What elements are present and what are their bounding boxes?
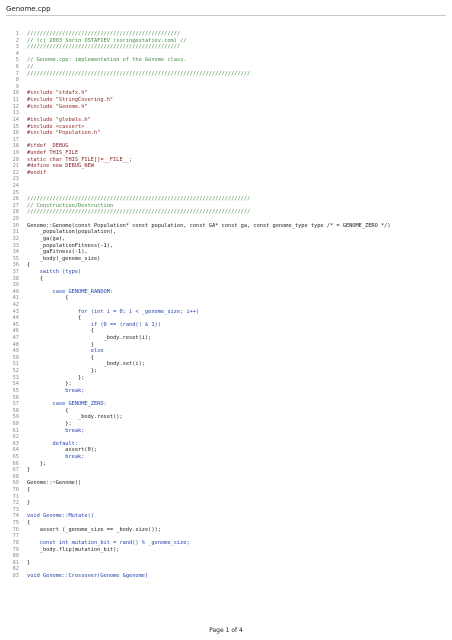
code-line: 26//////////////////////////////////////… (0, 196, 452, 203)
code-line: 31 _population(population), (0, 229, 452, 236)
code-text: void Genome::Crossover(Genome &genome) (27, 572, 149, 579)
code-line: 23 (0, 176, 452, 183)
code-line: 62 (0, 434, 452, 441)
code-line: 45 if (0 == (rand() & 1)) (0, 322, 452, 329)
code-line: 55 break; (0, 388, 452, 395)
code-line: 63 default: (0, 441, 452, 448)
code-line: 53 }; (0, 375, 452, 382)
code-line: 70{ (0, 487, 452, 494)
code-line: 51 _body.set(i); (0, 361, 452, 368)
code-line: 25 (0, 190, 452, 197)
code-line: 38 { (0, 276, 452, 283)
code-line: 59 _body.reset(); (0, 414, 452, 421)
code-line: 44 { (0, 315, 452, 322)
code-line: 36{ (0, 262, 452, 269)
code-line: 2// (c) 2003 Sorin OSTAFIEV (sorin@ostaf… (0, 38, 452, 45)
code-line: 77 (0, 533, 452, 540)
code-line: 66 }; (0, 461, 452, 468)
code-line: 56 (0, 395, 452, 402)
code-line: 83 void Genome::Crossover(Genome &genome) (0, 573, 452, 580)
code-line: 1///////////////////////////////////////… (0, 31, 452, 38)
line-number: 83 (12, 572, 19, 579)
code-line: 67} (0, 467, 452, 474)
code-line: 76 assert (_genome_size == _body.size())… (0, 527, 452, 534)
code-line: 5// Genome.cpp: implementation of the Ge… (0, 57, 452, 64)
code-line: 54 }; (0, 381, 452, 388)
code-line: 28//////////////////////////////////////… (0, 209, 452, 216)
code-line: 6// (0, 64, 452, 71)
code-line: 65 break; (0, 454, 452, 461)
code-line: 12 #include "Genome.h" (0, 104, 452, 111)
code-line: 60 }; (0, 421, 452, 428)
code-line: 68 (0, 474, 452, 481)
code-line: 15 #include <cassert> (0, 124, 452, 131)
code-line: 69 Genome::~Genome() (0, 480, 452, 487)
code-line: 81} (0, 560, 452, 567)
code-line: 8 (0, 77, 452, 84)
code-line: 78 const int mutation_bit = rand() % _ge… (0, 540, 452, 547)
code-line: 16 #include "Population.h" (0, 130, 452, 137)
code-line: 71 (0, 494, 452, 501)
code-line: 64 assert(0); (0, 447, 452, 454)
code-line: 43 for (int i = 0; i < _genome_size; i++… (0, 309, 452, 316)
code-line: 46 { (0, 328, 452, 335)
code-line: 72} (0, 500, 452, 507)
code-line: 61 break; (0, 428, 452, 435)
code-line: 20 static char THIS_FILE[]=__FILE__; (0, 157, 452, 164)
code-line: 3///////////////////////////////////////… (0, 44, 452, 51)
code-line: 47 _body.reset(i); (0, 335, 452, 342)
code-line: 35 _body(_genome_size) (0, 256, 452, 263)
code-line: 39 (0, 282, 452, 289)
code-line: 29 (0, 216, 452, 223)
document-title: Genome.cpp (6, 5, 51, 13)
code-line: 57 case GENOME_ZERO: (0, 401, 452, 408)
code-line: 32 _ga(ga), (0, 236, 452, 243)
code-line: 50 { (0, 355, 452, 362)
code-line: 52 }; (0, 368, 452, 375)
code-line: 18 #ifdef _DEBUG (0, 143, 452, 150)
code-line: 58 { (0, 408, 452, 415)
header-divider (6, 15, 446, 16)
code-line: 21 #define new DEBUG_NEW (0, 163, 452, 170)
code-listing: 1///////////////////////////////////////… (0, 31, 452, 580)
code-line: 80 (0, 553, 452, 560)
code-line: 82 (0, 566, 452, 573)
code-line: 34 _gaFitness(-1), (0, 249, 452, 256)
code-line: 73 (0, 507, 452, 514)
code-line: 13 (0, 110, 452, 117)
code-line: 24 (0, 183, 452, 190)
code-line: 11 #include "StringCovering.h" (0, 97, 452, 104)
code-line: 19 #undef THIS_FILE (0, 150, 452, 157)
code-line: 30 Genome::Genome(const Population* const… (0, 223, 452, 230)
code-line: 74 void Genome::Mutate() (0, 513, 452, 520)
code-line: 10 #include "stdafx.h" (0, 90, 452, 97)
code-line: 48 } (0, 342, 452, 349)
code-line: 79 _body.flip(mutation_bit); (0, 547, 452, 554)
code-line: 49 else (0, 348, 452, 355)
code-line: 40 case GENOME_RANDOM: (0, 289, 452, 296)
code-line: 75{ (0, 520, 452, 527)
code-line: 7///////////////////////////////////////… (0, 71, 452, 78)
code-line: 22 #endif (0, 170, 452, 177)
code-line: 41 { (0, 295, 452, 302)
code-line: 17 (0, 137, 452, 144)
code-line: 27// Construction/Destruction (0, 203, 452, 210)
code-line: 14 #include "globals.h" (0, 117, 452, 124)
code-line: 42 (0, 302, 452, 309)
code-line: 9 (0, 84, 452, 91)
code-line: 33 _populationFitness(-1), (0, 243, 452, 250)
code-line: 37 switch (type) (0, 269, 452, 276)
code-line: 4 (0, 51, 452, 58)
page-footer: Page 1 of 4 (209, 627, 243, 634)
